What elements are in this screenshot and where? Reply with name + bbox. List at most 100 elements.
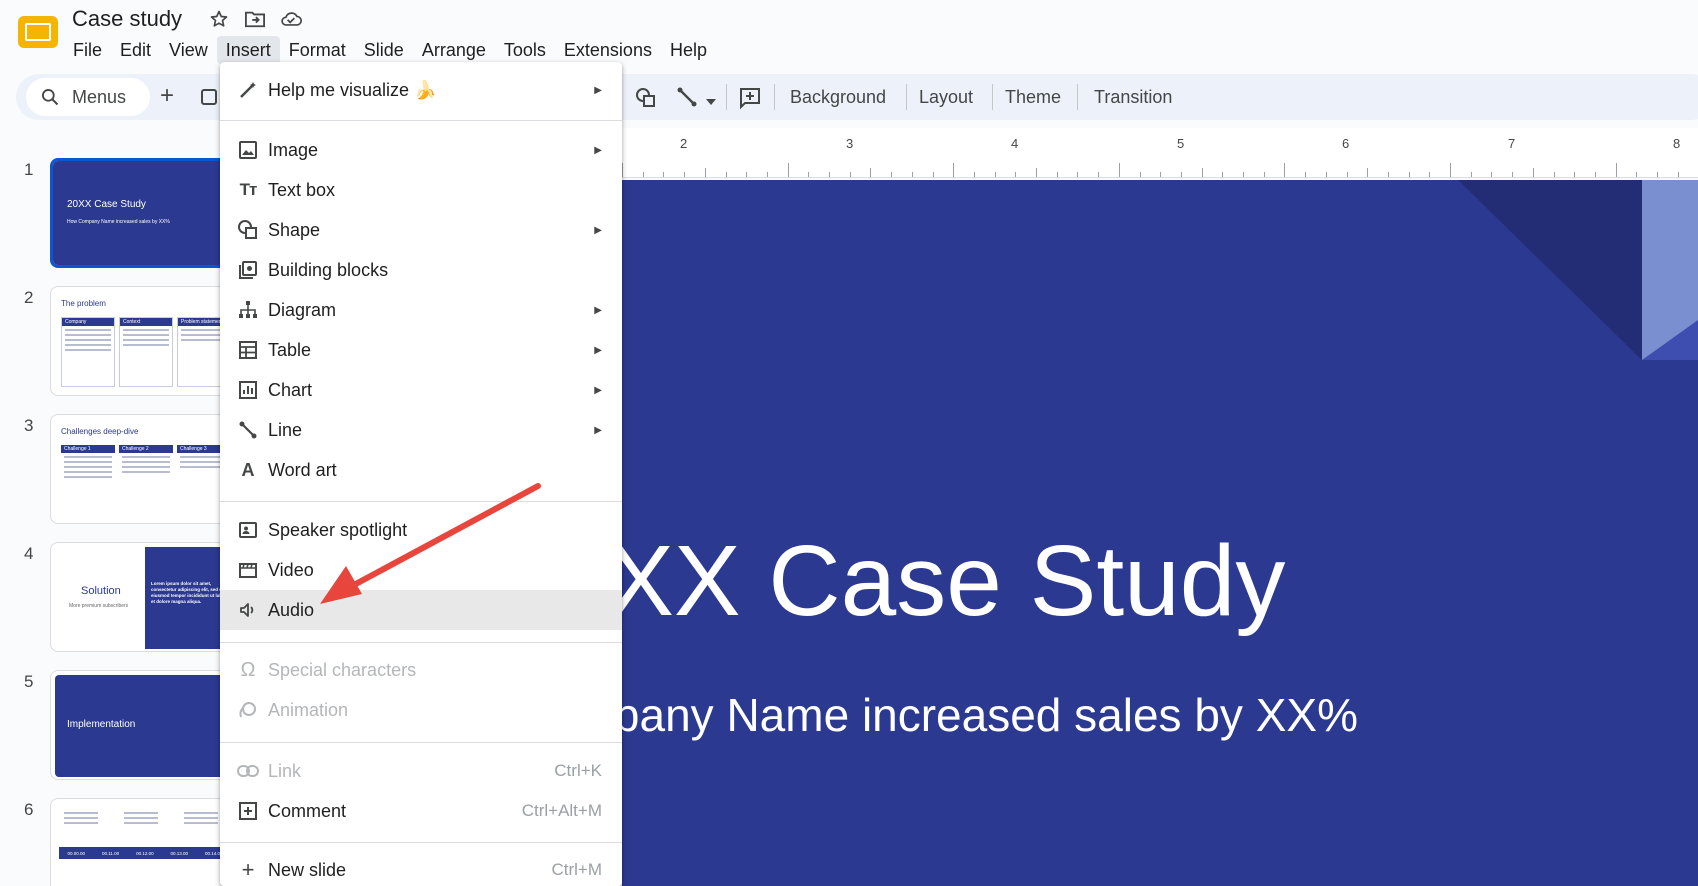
ruler-tick: [1429, 172, 1431, 177]
ruler-tick: [1180, 172, 1182, 177]
menu-item-word-art[interactable]: A Word art: [220, 450, 622, 490]
slides-logo-icon[interactable]: [18, 14, 58, 50]
ruler-tick: [1160, 172, 1162, 177]
menu-tools[interactable]: Tools: [495, 36, 555, 64]
ruler-tick: [1036, 168, 1037, 177]
add-icon[interactable]: +: [160, 84, 174, 108]
submenu-arrow-icon: ▶: [594, 424, 602, 436]
submenu-arrow-icon: ▶: [594, 304, 602, 316]
thumb-title: Implementation: [67, 719, 136, 730]
ruler-tick: [1325, 172, 1327, 177]
line-tool-icon[interactable]: [676, 86, 698, 113]
menu-item-help-me-visualize[interactable]: Help me visualize 🍌 ▶: [220, 70, 622, 110]
chart-icon: [236, 378, 260, 402]
slide-number: 1: [24, 160, 34, 179]
horizontal-ruler: 2 3 4 5 6 7 8: [622, 128, 1698, 178]
menu-item-image[interactable]: Image ▶: [220, 130, 622, 170]
slide-thumbnail-3[interactable]: Challenges deep-dive Challenge 1 Challen…: [50, 414, 230, 524]
submenu-arrow-icon: ▶: [594, 224, 602, 236]
ruler-label: 2: [680, 136, 688, 151]
menu-item-comment[interactable]: Comment Ctrl+Alt+M: [220, 791, 622, 831]
thumb-title: Challenges deep-dive: [61, 427, 139, 436]
menu-insert[interactable]: Insert: [216, 36, 280, 64]
menu-item-video[interactable]: Video: [220, 550, 622, 590]
shape-icon[interactable]: [634, 86, 658, 115]
menu-edit[interactable]: Edit: [111, 36, 160, 64]
chevron-down-icon[interactable]: [706, 92, 716, 110]
ruler-label: 7: [1508, 136, 1516, 151]
ruler-tick: [932, 172, 934, 177]
menu-file[interactable]: File: [64, 36, 111, 64]
ruler-label: 3: [846, 136, 854, 151]
ruler-tick: [704, 168, 706, 177]
slide-canvas[interactable]: 20XX Case Study How Company Name increas…: [622, 180, 1698, 886]
move-to-folder-icon[interactable]: [244, 8, 266, 30]
ruler-tick: [1408, 172, 1410, 177]
ruler-tick: [766, 172, 768, 177]
ruler-tick: [1574, 172, 1576, 177]
menu-view[interactable]: View: [160, 36, 217, 64]
ruler-tick: [1387, 172, 1389, 177]
transition-button[interactable]: Transition: [1094, 84, 1172, 110]
slide-number: 3: [24, 416, 34, 435]
ruler-tick: [849, 172, 851, 177]
line-icon: [236, 418, 260, 442]
submenu-arrow-icon: ▶: [594, 144, 602, 156]
ruler-tick: [808, 172, 810, 177]
ruler-tick: [870, 168, 872, 177]
menu-item-building-blocks[interactable]: Building blocks: [220, 250, 622, 290]
slide-subtitle[interactable]: How Company Name increased sales by XX%: [622, 688, 1358, 742]
document-title[interactable]: Case study: [72, 6, 182, 32]
menu-item-text-box[interactable]: Tт Text box: [220, 170, 622, 210]
menu-item-new-slide[interactable]: + New slide Ctrl+M: [220, 850, 622, 886]
ruler-tick: [1615, 163, 1617, 177]
menu-item-special-characters[interactable]: Ω Special characters: [220, 650, 622, 690]
search-menus-button[interactable]: Menus: [26, 78, 150, 116]
slide-thumbnail-6[interactable]: 00.00.00 00.11.00 00.12.00 00.13.00 00.14.00: [50, 798, 230, 886]
menu-item-table[interactable]: Table ▶: [220, 330, 622, 370]
new-slide-icon[interactable]: [200, 86, 220, 106]
menu-help[interactable]: Help: [661, 36, 716, 64]
menu-item-audio[interactable]: Audio: [220, 590, 622, 630]
text-box-icon: Tт: [239, 180, 258, 199]
ruler-tick: [1056, 172, 1058, 177]
slide-number: 6: [24, 800, 34, 819]
menu-divider: [220, 501, 622, 502]
slide-thumbnail-5[interactable]: Implementation: [50, 670, 230, 780]
theme-button[interactable]: Theme: [1005, 84, 1061, 110]
building-blocks-icon: [236, 258, 260, 282]
slide-number: 4: [24, 544, 34, 563]
menu-extensions[interactable]: Extensions: [555, 36, 661, 64]
shortcut-label: Ctrl+Alt+M: [521, 801, 602, 820]
ruler-tick: [746, 172, 748, 177]
menu-slide[interactable]: Slide: [355, 36, 413, 64]
slide-thumbnail-1[interactable]: 20XX Case Study How Company Name increas…: [50, 158, 230, 268]
ruler-tick: [787, 163, 789, 177]
ruler-tick: [994, 172, 996, 177]
background-button[interactable]: Background: [790, 84, 886, 110]
slide-title[interactable]: 20XX Case Study: [622, 524, 1285, 639]
menu-item-diagram[interactable]: Diagram ▶: [220, 290, 622, 330]
ruler-tick: [1118, 163, 1120, 177]
ruler-label: 8: [1673, 136, 1681, 151]
ruler-tick: [1532, 168, 1534, 177]
layout-button[interactable]: Layout: [919, 84, 973, 110]
menu-item-animation[interactable]: Animation: [220, 690, 622, 730]
menu-item-link[interactable]: Link Ctrl+K: [220, 751, 622, 791]
slide-thumbnail-4[interactable]: Solution More premium subscribers Lorem …: [50, 542, 230, 652]
cloud-status-icon[interactable]: [280, 8, 302, 30]
toolbar-divider: [992, 84, 993, 110]
add-comment-icon[interactable]: [738, 86, 762, 115]
star-icon[interactable]: [208, 8, 230, 30]
menu-item-line[interactable]: Line ▶: [220, 410, 622, 450]
menu-item-chart[interactable]: Chart ▶: [220, 370, 622, 410]
slide-thumbnail-2[interactable]: The problem Company Context Problem stat…: [50, 286, 230, 396]
menu-item-speaker-spotlight[interactable]: Speaker spotlight: [220, 510, 622, 550]
menu-arrange[interactable]: Arrange: [413, 36, 495, 64]
menu-item-shape[interactable]: Shape ▶: [220, 210, 622, 250]
search-menus-label: Menus: [72, 86, 127, 107]
menu-format[interactable]: Format: [280, 36, 355, 64]
thumb-title: The problem: [61, 299, 106, 308]
ruler-tick: [829, 172, 830, 177]
shape-icon: [236, 218, 260, 242]
